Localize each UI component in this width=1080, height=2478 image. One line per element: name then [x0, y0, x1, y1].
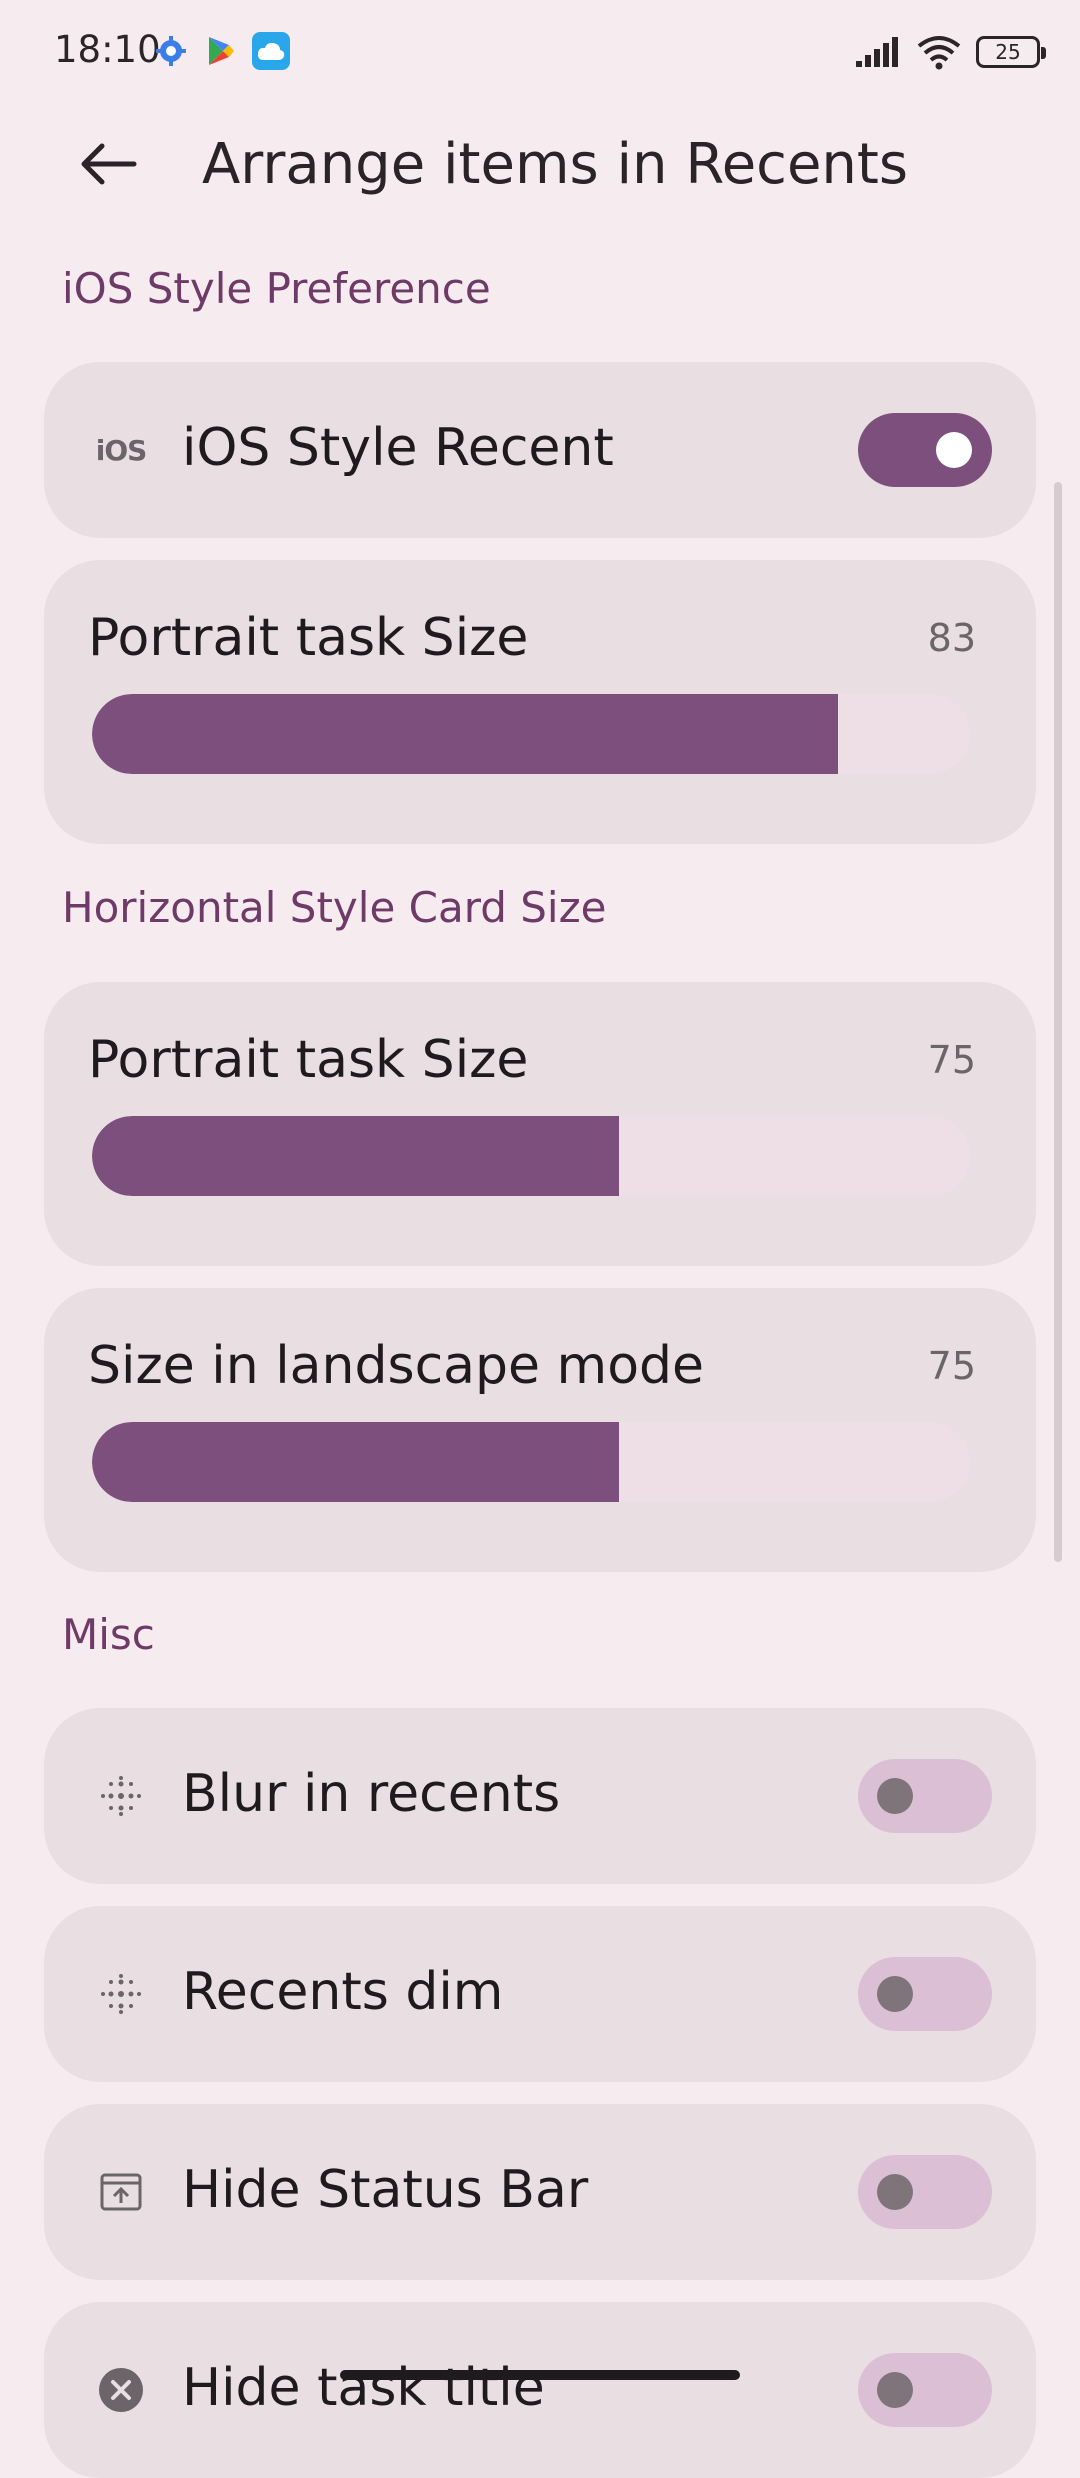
- cloud-icon: [252, 32, 290, 70]
- close-circle-icon: [96, 2365, 146, 2415]
- section-ios-style: iOS Style Preference: [62, 264, 491, 313]
- blur-in-recents-toggle[interactable]: [858, 1759, 992, 1833]
- slider-fill: [92, 1422, 619, 1502]
- dots-grid-icon: [96, 1771, 146, 1821]
- section-horizontal-card-size: Horizontal Style Card Size: [62, 883, 607, 932]
- section-misc: Misc: [62, 1610, 155, 1659]
- landscape-size-label: Size in landscape mode: [88, 1336, 705, 1396]
- slider-fill: [92, 1116, 619, 1196]
- toggle-knob: [877, 1778, 913, 1814]
- recents-dim-row[interactable]: Recents dim: [44, 1906, 1036, 2082]
- hide-status-bar-label: Hide Status Bar: [182, 2160, 589, 2220]
- status-time: 18:10: [54, 28, 161, 71]
- page-title: Arrange items in Recents: [202, 132, 909, 197]
- hide-status-bar-row[interactable]: Hide Status Bar: [44, 2104, 1036, 2280]
- toggle-knob: [936, 432, 972, 468]
- portrait-task-size-label: Portrait task Size: [88, 1030, 529, 1090]
- ios-icon: iOS: [95, 433, 148, 467]
- blur-in-recents-label: Blur in recents: [182, 1764, 561, 1824]
- landscape-size-card: Size in landscape mode 75: [44, 1288, 1036, 1572]
- hide-task-title-row[interactable]: Hide task title: [44, 2302, 1036, 2478]
- scrollbar[interactable]: [1054, 482, 1062, 1562]
- blur-in-recents-row[interactable]: Blur in recents: [44, 1708, 1036, 1884]
- toggle-knob: [877, 2372, 913, 2408]
- toggle-knob: [877, 1976, 913, 2012]
- portrait-task-size-card-2: Portrait task Size 75: [44, 982, 1036, 1266]
- portrait-task-size-value: 83: [927, 616, 976, 660]
- wifi-icon: [917, 36, 961, 70]
- app-header: Arrange items in Recents: [0, 104, 1080, 224]
- hide-status-bar-toggle[interactable]: [858, 2155, 992, 2229]
- battery-icon: 25: [976, 36, 1046, 68]
- slider-fill: [92, 694, 839, 774]
- ios-style-recent-row[interactable]: iOS iOS Style Recent: [44, 362, 1036, 538]
- ios-style-recent-label: iOS Style Recent: [182, 418, 614, 478]
- status-right: 25: [854, 30, 1046, 74]
- landscape-size-slider[interactable]: [92, 1422, 970, 1502]
- hide-task-title-label: Hide task title: [182, 2358, 545, 2418]
- portrait-task-size-value: 75: [927, 1038, 976, 1082]
- ios-style-recent-toggle[interactable]: [858, 413, 992, 487]
- gear-icon: [152, 32, 190, 70]
- toggle-knob: [877, 2174, 913, 2210]
- recents-dim-label: Recents dim: [182, 1962, 504, 2022]
- hide-task-title-toggle[interactable]: [858, 2353, 992, 2427]
- portrait-task-size-card-1: Portrait task Size 83: [44, 560, 1036, 844]
- portrait-task-size-slider[interactable]: [92, 694, 970, 774]
- arrow-left-icon: [81, 143, 137, 185]
- recents-dim-toggle[interactable]: [858, 1957, 992, 2031]
- signal-icon: [856, 37, 898, 67]
- portrait-task-size-label: Portrait task Size: [88, 608, 529, 668]
- battery-level: 25: [995, 40, 1021, 64]
- home-indicator[interactable]: [340, 2370, 740, 2380]
- back-button[interactable]: [62, 124, 154, 204]
- landscape-size-value: 75: [927, 1344, 976, 1388]
- play-store-icon: [202, 32, 240, 70]
- upload-box-icon: [96, 2167, 146, 2217]
- portrait-task-size-slider[interactable]: [92, 1116, 970, 1196]
- dots-grid-icon: [96, 1969, 146, 2019]
- status-bar: 18:10 25: [0, 0, 1080, 104]
